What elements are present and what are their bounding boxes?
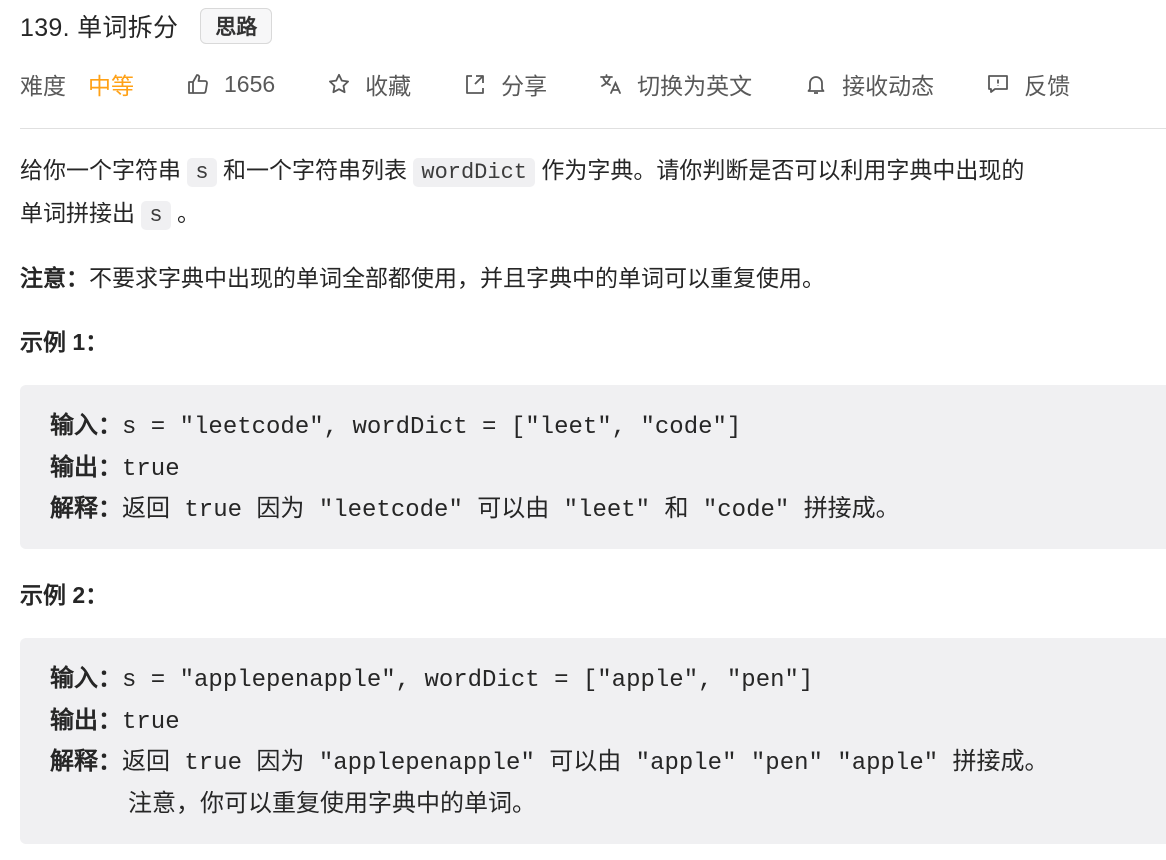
input-value: s = "leetcode", wordDict = ["leet", "cod… bbox=[122, 414, 742, 441]
favorite-label: 收藏 bbox=[365, 73, 412, 99]
desc-text: 单词拼接出 bbox=[20, 200, 135, 226]
explain-label: 解释： bbox=[50, 495, 122, 522]
note-text: 不要求字典中出现的单词全部都使用，并且字典中的单词可以重复使用。 bbox=[89, 265, 825, 291]
explain-text: 返回 bbox=[122, 748, 170, 775]
like-button[interactable]: 1656 bbox=[186, 71, 275, 98]
subscribe-button[interactable]: 接收动态 bbox=[804, 67, 934, 101]
inline-code-worddict: wordDict bbox=[413, 158, 535, 187]
description-line-1: 给你一个字符串 s 和一个字符串列表 wordDict 作为字典。请你判断是否可… bbox=[20, 150, 1166, 193]
explain-label: 解释： bbox=[50, 748, 122, 775]
translate-label: 切换为英文 bbox=[637, 73, 753, 99]
explain-code: "applepenapple" bbox=[304, 750, 550, 777]
example-2-title: 示例 2： bbox=[20, 582, 109, 608]
example-1-block: 输入：s = "leetcode", wordDict = ["leet", "… bbox=[20, 385, 1166, 549]
explain-code: "leetcode" bbox=[304, 497, 478, 524]
explain-text: 和 bbox=[664, 495, 689, 522]
output-value: true bbox=[122, 455, 180, 483]
problem-title: 139. 单词拆分 bbox=[20, 14, 179, 42]
example-1-output: 输出：true bbox=[50, 447, 1166, 489]
meta-toolbar: 难度 中等 1656 收藏 分享 切换为英文 接收动态 反馈 bbox=[20, 64, 1070, 104]
explain-code: true bbox=[170, 497, 257, 524]
example-2-input: 输入：s = "applepenapple", wordDict = ["app… bbox=[50, 658, 1166, 700]
explain-code: "apple" "pen" "apple" bbox=[621, 750, 953, 777]
explain-code: "leet" bbox=[549, 497, 665, 524]
example-1-title: 示例 1： bbox=[20, 329, 109, 355]
explain-text: 拼接成。 bbox=[803, 495, 900, 522]
divider bbox=[20, 128, 1166, 129]
example-2-block: 输入：s = "applepenapple", wordDict = ["app… bbox=[20, 638, 1166, 844]
subscribe-label: 接收动态 bbox=[842, 73, 935, 99]
translate-button[interactable]: 切换为英文 bbox=[599, 67, 752, 101]
explain-text: 拼接成。 bbox=[952, 748, 1049, 775]
bell-icon bbox=[807, 76, 825, 94]
desc-text: 给你一个字符串 bbox=[20, 157, 181, 183]
translate-icon bbox=[600, 74, 622, 94]
feedback-button[interactable]: 反馈 bbox=[986, 67, 1070, 101]
example-2-explanation-line-2: 注意，你可以重复使用字典中的单词。 bbox=[50, 783, 1166, 825]
like-count: 1656 bbox=[224, 70, 276, 97]
share-icon bbox=[466, 75, 485, 94]
explain-text: 返回 bbox=[122, 495, 170, 522]
desc-text: 。 bbox=[176, 200, 200, 226]
input-label: 输入： bbox=[50, 665, 122, 692]
example-1-explanation: 解释：返回 true 因为 "leetcode" 可以由 "leet" 和 "c… bbox=[50, 488, 1166, 530]
explain-code: true bbox=[170, 750, 257, 777]
share-button[interactable]: 分享 bbox=[463, 67, 547, 101]
problem-description: 给你一个字符串 s 和一个字符串列表 wordDict 作为字典。请你判断是否可… bbox=[20, 150, 1166, 236]
difficulty: 难度 中等 bbox=[20, 67, 134, 101]
difficulty-label: 难度 bbox=[20, 73, 66, 99]
favorite-button[interactable]: 收藏 bbox=[327, 67, 411, 101]
example-2-output: 输出：true bbox=[50, 700, 1166, 742]
input-label: 输入： bbox=[50, 412, 122, 439]
hint-badge[interactable]: 思路 bbox=[200, 8, 273, 44]
description-line-2: 单词拼接出 s 。 bbox=[20, 193, 1166, 236]
thumbs-up-icon bbox=[188, 74, 208, 94]
feedback-icon bbox=[988, 75, 1009, 93]
explain-text: 注意，你可以重复使用字典中的单词。 bbox=[128, 789, 536, 817]
desc-text: 作为字典。请你判断是否可以利用字典中出现的 bbox=[541, 157, 1025, 183]
inline-code-s: s bbox=[141, 201, 171, 230]
explain-code: "code" bbox=[688, 497, 804, 524]
title-row: 139. 单词拆分 思路 bbox=[20, 6, 273, 46]
note-paragraph: 注意：不要求字典中出现的单词全部都使用，并且字典中的单词可以重复使用。 bbox=[20, 258, 825, 299]
explain-text: 可以由 bbox=[477, 495, 550, 522]
input-value: s = "applepenapple", wordDict = ["apple"… bbox=[122, 667, 814, 694]
inline-code-s: s bbox=[187, 158, 217, 187]
example-1-input: 输入：s = "leetcode", wordDict = ["leet", "… bbox=[50, 405, 1166, 447]
example-2-explanation: 解释：返回 true 因为 "applepenapple" 可以由 "apple… bbox=[50, 741, 1166, 783]
explain-text: 可以由 bbox=[549, 748, 622, 775]
feedback-label: 反馈 bbox=[1024, 73, 1071, 99]
output-label: 输出： bbox=[50, 706, 122, 734]
star-icon bbox=[329, 73, 350, 94]
share-label: 分享 bbox=[501, 73, 548, 99]
output-label: 输出： bbox=[50, 453, 122, 481]
explain-text: 因为 bbox=[256, 495, 305, 522]
note-label: 注意： bbox=[20, 265, 89, 291]
output-value: true bbox=[122, 708, 180, 736]
difficulty-value: 中等 bbox=[88, 73, 134, 99]
explain-text: 因为 bbox=[256, 748, 305, 775]
desc-text: 和一个字符串列表 bbox=[222, 157, 407, 183]
